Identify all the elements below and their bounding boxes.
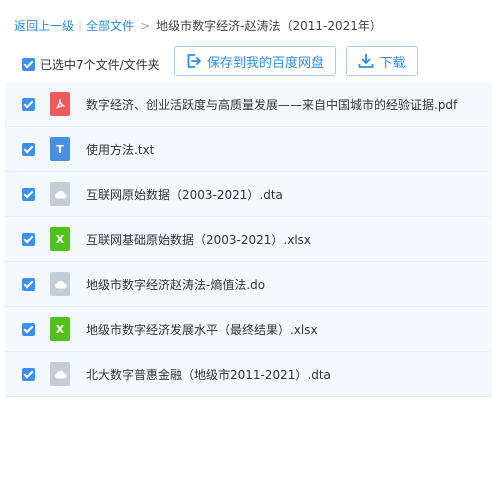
selection-count: 已选中7个文件/文件夹 (40, 58, 160, 72)
download-icon (359, 53, 374, 68)
file-row[interactable]: 地级市数字经济赵涛法-熵值法.do (5, 262, 492, 307)
excel-file-icon: X (50, 227, 70, 251)
back-link[interactable]: 返回上一级 (14, 19, 74, 33)
download-button-label: 下载 (379, 55, 406, 71)
toolbar: 已选中7个文件/文件夹 保存到我的百度网盘 下载 (0, 46, 492, 80)
row-checkbox[interactable] (22, 233, 35, 246)
share-page: 返回上一级 | 全部文件 > 地级市数字经济-赵涛法（2011-2021年） 已选中7个… (0, 0, 492, 492)
file-row[interactable]: T 使用方法.txt (5, 127, 492, 172)
cloud-file-icon (50, 182, 70, 206)
row-checkbox[interactable] (22, 143, 35, 156)
file-row[interactable]: X 地级市数字经济发展水平（最终结果）.xlsx (5, 307, 492, 352)
save-to-netdisk-button[interactable]: 保存到我的百度网盘 (174, 46, 336, 76)
breadcrumb-arrow-icon: > (140, 19, 151, 33)
cloud-file-icon (50, 272, 70, 296)
file-row[interactable]: 互联网原始数据（2003-2021）.dta (5, 172, 492, 217)
all-files-link[interactable]: 全部文件 (86, 19, 134, 33)
file-name: 互联网原始数据（2003-2021）.dta (86, 188, 283, 202)
file-row[interactable]: 数字经济、创业活跃度与高质量发展——来自中国城市的经验证据.pdf (5, 82, 492, 127)
excel-file-icon: X (50, 317, 70, 341)
current-folder-title: 地级市数字经济-赵涛法（2011-2021年） (156, 19, 382, 33)
file-name: 使用方法.txt (86, 143, 155, 157)
file-name: 北大数字普惠金融（地级市2011-2021）.dta (86, 368, 331, 382)
save-icon (187, 54, 201, 68)
select-all-checkbox[interactable] (22, 58, 35, 71)
cloud-file-icon (50, 362, 70, 386)
download-button[interactable]: 下载 (346, 46, 418, 76)
row-checkbox[interactable] (22, 278, 35, 291)
file-name: 数字经济、创业活跃度与高质量发展——来自中国城市的经验证据.pdf (86, 98, 458, 112)
row-checkbox[interactable] (22, 323, 35, 336)
breadcrumb-divider: | (78, 19, 83, 33)
file-name: 地级市数字经济赵涛法-熵值法.do (86, 278, 266, 292)
file-list: 数字经济、创业活跃度与高质量发展——来自中国城市的经验证据.pdf T 使用方法… (5, 82, 492, 397)
save-button-label: 保存到我的百度网盘 (206, 55, 324, 71)
file-name: 互联网基础原始数据（2003-2021）.xlsx (86, 233, 312, 247)
breadcrumb: 返回上一级 | 全部文件 > 地级市数字经济-赵涛法（2011-2021年） (14, 17, 382, 34)
text-file-icon: T (50, 137, 70, 161)
row-checkbox[interactable] (22, 98, 35, 111)
row-checkbox[interactable] (22, 188, 35, 201)
file-row[interactable]: 北大数字普惠金融（地级市2011-2021）.dta (5, 352, 492, 397)
file-name: 地级市数字经济发展水平（最终结果）.xlsx (86, 323, 318, 337)
file-row[interactable]: X 互联网基础原始数据（2003-2021）.xlsx (5, 217, 492, 262)
row-checkbox[interactable] (22, 368, 35, 381)
pdf-file-icon (50, 92, 70, 116)
